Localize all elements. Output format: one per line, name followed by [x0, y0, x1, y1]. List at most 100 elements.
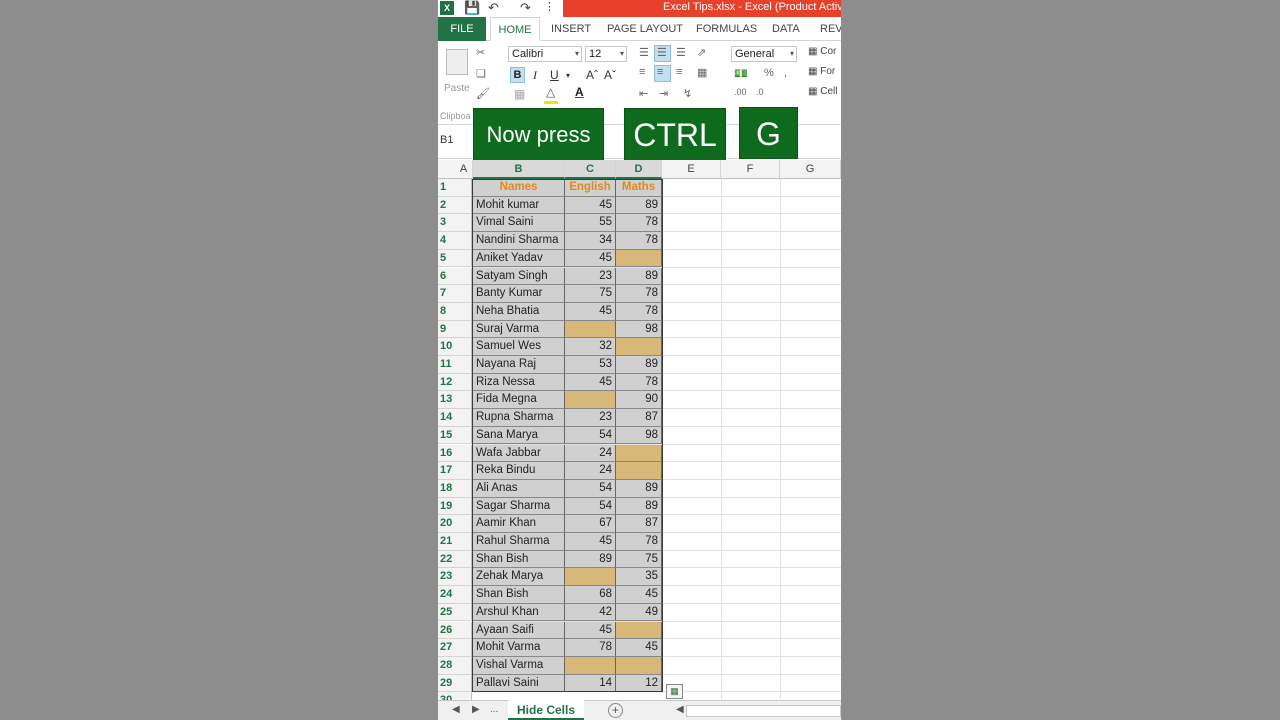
borders-icon[interactable]: ▦: [514, 87, 525, 101]
header-cell-english[interactable]: English: [565, 179, 616, 197]
row-header[interactable]: 13: [438, 391, 472, 410]
tab-formulas[interactable]: FORMULAS: [696, 17, 757, 41]
row-header[interactable]: 22: [438, 550, 472, 569]
row-header[interactable]: 18: [438, 479, 472, 498]
name-cell[interactable]: Satyam Singh: [473, 267, 565, 286]
maths-cell[interactable]: 78: [616, 373, 662, 392]
column-header-g[interactable]: G: [780, 160, 841, 179]
english-cell[interactable]: [565, 320, 616, 339]
maths-cell[interactable]: [616, 338, 662, 356]
row-header[interactable]: 7: [438, 285, 472, 303]
scroll-left-icon[interactable]: ◀: [676, 704, 684, 715]
name-cell[interactable]: Banty Kumar: [473, 285, 565, 303]
name-cell[interactable]: Pallavi Saini: [473, 674, 565, 693]
english-cell[interactable]: 45: [565, 533, 616, 551]
tab-file[interactable]: FILE: [438, 17, 486, 41]
tab-page-layout[interactable]: PAGE LAYOUT: [607, 17, 683, 41]
name-cell[interactable]: Aamir Khan: [473, 515, 565, 533]
english-cell[interactable]: 54: [565, 497, 616, 516]
maths-cell[interactable]: [616, 462, 662, 480]
maths-cell[interactable]: 87: [616, 515, 662, 533]
name-cell[interactable]: Ayaan Saifi: [473, 621, 565, 640]
maths-cell[interactable]: 75: [616, 550, 662, 569]
english-cell[interactable]: 42: [565, 603, 616, 622]
maths-cell[interactable]: 78: [616, 232, 662, 250]
increase-decimal-icon[interactable]: .00: [734, 87, 747, 97]
row-header[interactable]: 1: [438, 179, 472, 197]
tab-data[interactable]: DATA: [772, 17, 800, 41]
bold-button[interactable]: B: [510, 67, 525, 83]
maths-cell[interactable]: 78: [616, 285, 662, 303]
maths-cell[interactable]: 45: [616, 586, 662, 604]
english-cell[interactable]: 45: [565, 621, 616, 640]
maths-cell[interactable]: [616, 656, 662, 675]
cut-icon[interactable]: ✂: [476, 46, 485, 59]
name-cell[interactable]: Rahul Sharma: [473, 533, 565, 551]
quick-access-more-icon[interactable]: ⋮: [544, 0, 555, 13]
merge-center-icon[interactable]: ▦: [697, 66, 707, 79]
row-header[interactable]: 21: [438, 533, 472, 551]
underline-button[interactable]: U: [550, 68, 559, 82]
row-header[interactable]: 3: [438, 214, 472, 233]
add-sheet-icon[interactable]: +: [608, 703, 623, 718]
row-header[interactable]: 11: [438, 356, 472, 374]
row-header[interactable]: 15: [438, 426, 472, 445]
italic-button[interactable]: I: [533, 68, 537, 83]
copy-icon[interactable]: ❏: [476, 67, 486, 80]
redo-icon[interactable]: ↷: [520, 0, 531, 16]
name-cell[interactable]: Ali Anas: [473, 479, 565, 498]
column-header-b[interactable]: B: [473, 160, 565, 179]
shrink-font-icon[interactable]: Aˇ: [604, 68, 616, 82]
english-cell[interactable]: 54: [565, 426, 616, 445]
align-top-icon[interactable]: ☰: [639, 46, 649, 59]
name-cell[interactable]: Sagar Sharma: [473, 497, 565, 516]
row-header[interactable]: 25: [438, 603, 472, 622]
name-box[interactable]: B1: [440, 134, 453, 146]
fill-color-icon[interactable]: △: [546, 85, 555, 99]
english-cell[interactable]: 24: [565, 444, 616, 463]
conditional-formatting-button[interactable]: ▦ Cor: [808, 46, 836, 57]
maths-cell[interactable]: 12: [616, 674, 662, 693]
name-cell[interactable]: Rupna Sharma: [473, 409, 565, 427]
row-header[interactable]: 6: [438, 267, 472, 286]
grow-font-icon[interactable]: Aˆ: [586, 68, 598, 82]
sheet-next-icon[interactable]: ▶: [472, 704, 480, 715]
name-cell[interactable]: Vimal Saini: [473, 214, 565, 233]
align-right-icon[interactable]: ≡: [676, 66, 682, 78]
maths-cell[interactable]: [616, 621, 662, 640]
name-cell[interactable]: Wafa Jabbar: [473, 444, 565, 463]
row-header[interactable]: 28: [438, 656, 472, 675]
row-header[interactable]: 23: [438, 568, 472, 587]
cell-styles-button[interactable]: ▦ Cell: [808, 86, 837, 97]
row-header[interactable]: 27: [438, 639, 472, 657]
sheet-tab-hide-cells[interactable]: Hide Cells: [508, 700, 584, 720]
maths-cell[interactable]: 78: [616, 533, 662, 551]
english-cell[interactable]: 53: [565, 356, 616, 374]
column-header-e[interactable]: E: [662, 160, 721, 179]
header-cell-maths[interactable]: Maths: [616, 179, 662, 197]
align-middle-icon[interactable]: ☰: [657, 46, 667, 59]
row-header[interactable]: 14: [438, 409, 472, 427]
quick-analysis-icon[interactable]: ▦: [666, 684, 683, 699]
percent-icon[interactable]: %: [764, 67, 774, 79]
name-cell[interactable]: Neha Bhatia: [473, 302, 565, 321]
name-cell[interactable]: Suraj Varma: [473, 320, 565, 339]
paste-button[interactable]: Paste: [442, 47, 472, 97]
maths-cell[interactable]: 89: [616, 356, 662, 374]
row-header[interactable]: 5: [438, 249, 472, 268]
row-header[interactable]: 24: [438, 586, 472, 604]
row-header[interactable]: 10: [438, 338, 472, 356]
save-icon[interactable]: 💾: [464, 0, 480, 16]
name-cell[interactable]: Sana Marya: [473, 426, 565, 445]
column-header-d[interactable]: D: [616, 160, 662, 179]
sheet-more[interactable]: ...: [490, 704, 498, 715]
wrap-text-icon[interactable]: ↯: [683, 87, 692, 100]
name-cell[interactable]: Arshul Khan: [473, 603, 565, 622]
name-cell[interactable]: Mohit kumar: [473, 196, 565, 215]
english-cell[interactable]: 78: [565, 639, 616, 657]
english-cell[interactable]: 23: [565, 409, 616, 427]
orientation-icon[interactable]: ⇗: [697, 46, 706, 59]
increase-indent-icon[interactable]: ⇥: [659, 87, 668, 100]
english-cell[interactable]: 68: [565, 586, 616, 604]
name-cell[interactable]: Shan Bish: [473, 586, 565, 604]
